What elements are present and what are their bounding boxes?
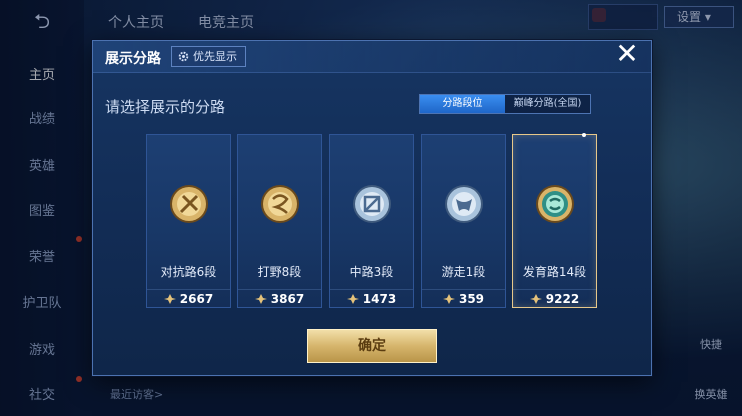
lane-cards: 对抗路6段 2667 打野8段 3867 中路3段 1473 游走1段 359 … — [146, 133, 598, 308]
lane-score: 1473 — [362, 291, 397, 306]
selected-indicator — [582, 133, 586, 137]
lane-card-farm[interactable]: 发育路14段 9222 — [512, 133, 597, 308]
lane-type-segmented-control: 分路段位 巅峰分路(全国) — [419, 94, 591, 114]
rank-score-icon — [163, 293, 176, 304]
lane-card-clash[interactable]: 对抗路6段 2667 — [146, 134, 231, 308]
mid-lane-emblem-icon — [353, 185, 391, 223]
lane-name: 游走1段 — [441, 265, 486, 279]
farm-lane-emblem-icon — [536, 185, 574, 223]
score-row: 9222 — [513, 289, 596, 307]
lane-name: 中路3段 — [349, 265, 394, 279]
lane-card-roam[interactable]: 游走1段 359 — [421, 134, 506, 308]
lane-score: 3867 — [270, 291, 305, 306]
lane-display-dialog: 展示分路 优先显示 请选择展示的分路 分路段位 巅峰分路(全国) 对抗路6段 2… — [92, 40, 652, 376]
score-row: 3867 — [238, 289, 321, 307]
roam-emblem-icon — [445, 185, 483, 223]
lane-score: 9222 — [545, 291, 580, 306]
gear-icon — [178, 51, 189, 62]
score-row: 2667 — [147, 289, 230, 307]
lane-card-jungle[interactable]: 打野8段 3867 — [237, 134, 322, 308]
close-icon[interactable]: ✕ — [614, 40, 640, 68]
lane-name: 打野8段 — [257, 265, 302, 279]
lane-score: 2667 — [179, 291, 214, 306]
score-row: 1473 — [330, 289, 413, 307]
dialog-header: 展示分路 优先显示 — [93, 41, 651, 73]
dialog-title: 展示分路 — [105, 51, 161, 67]
dialog-subtitle: 请选择展示的分路 — [105, 98, 226, 116]
score-row: 359 — [422, 289, 505, 307]
clash-lane-emblem-icon — [170, 185, 208, 223]
lane-name: 发育路14段 — [522, 265, 587, 279]
confirm-button[interactable]: 确定 — [307, 329, 437, 363]
rank-score-icon — [346, 293, 359, 304]
jungle-emblem-icon — [261, 185, 299, 223]
segment-rank[interactable]: 分路段位 — [420, 95, 505, 113]
priority-display-button[interactable]: 优先显示 — [171, 46, 246, 67]
lane-name: 对抗路6段 — [160, 265, 217, 279]
segment-peak-national[interactable]: 巅峰分路(全国) — [505, 95, 590, 113]
lane-card-mid[interactable]: 中路3段 1473 — [329, 134, 414, 308]
priority-label: 优先显示 — [193, 50, 237, 63]
rank-score-icon — [254, 293, 267, 304]
lane-score: 359 — [458, 291, 485, 306]
rank-score-icon — [529, 293, 542, 304]
rank-score-icon — [442, 293, 455, 304]
